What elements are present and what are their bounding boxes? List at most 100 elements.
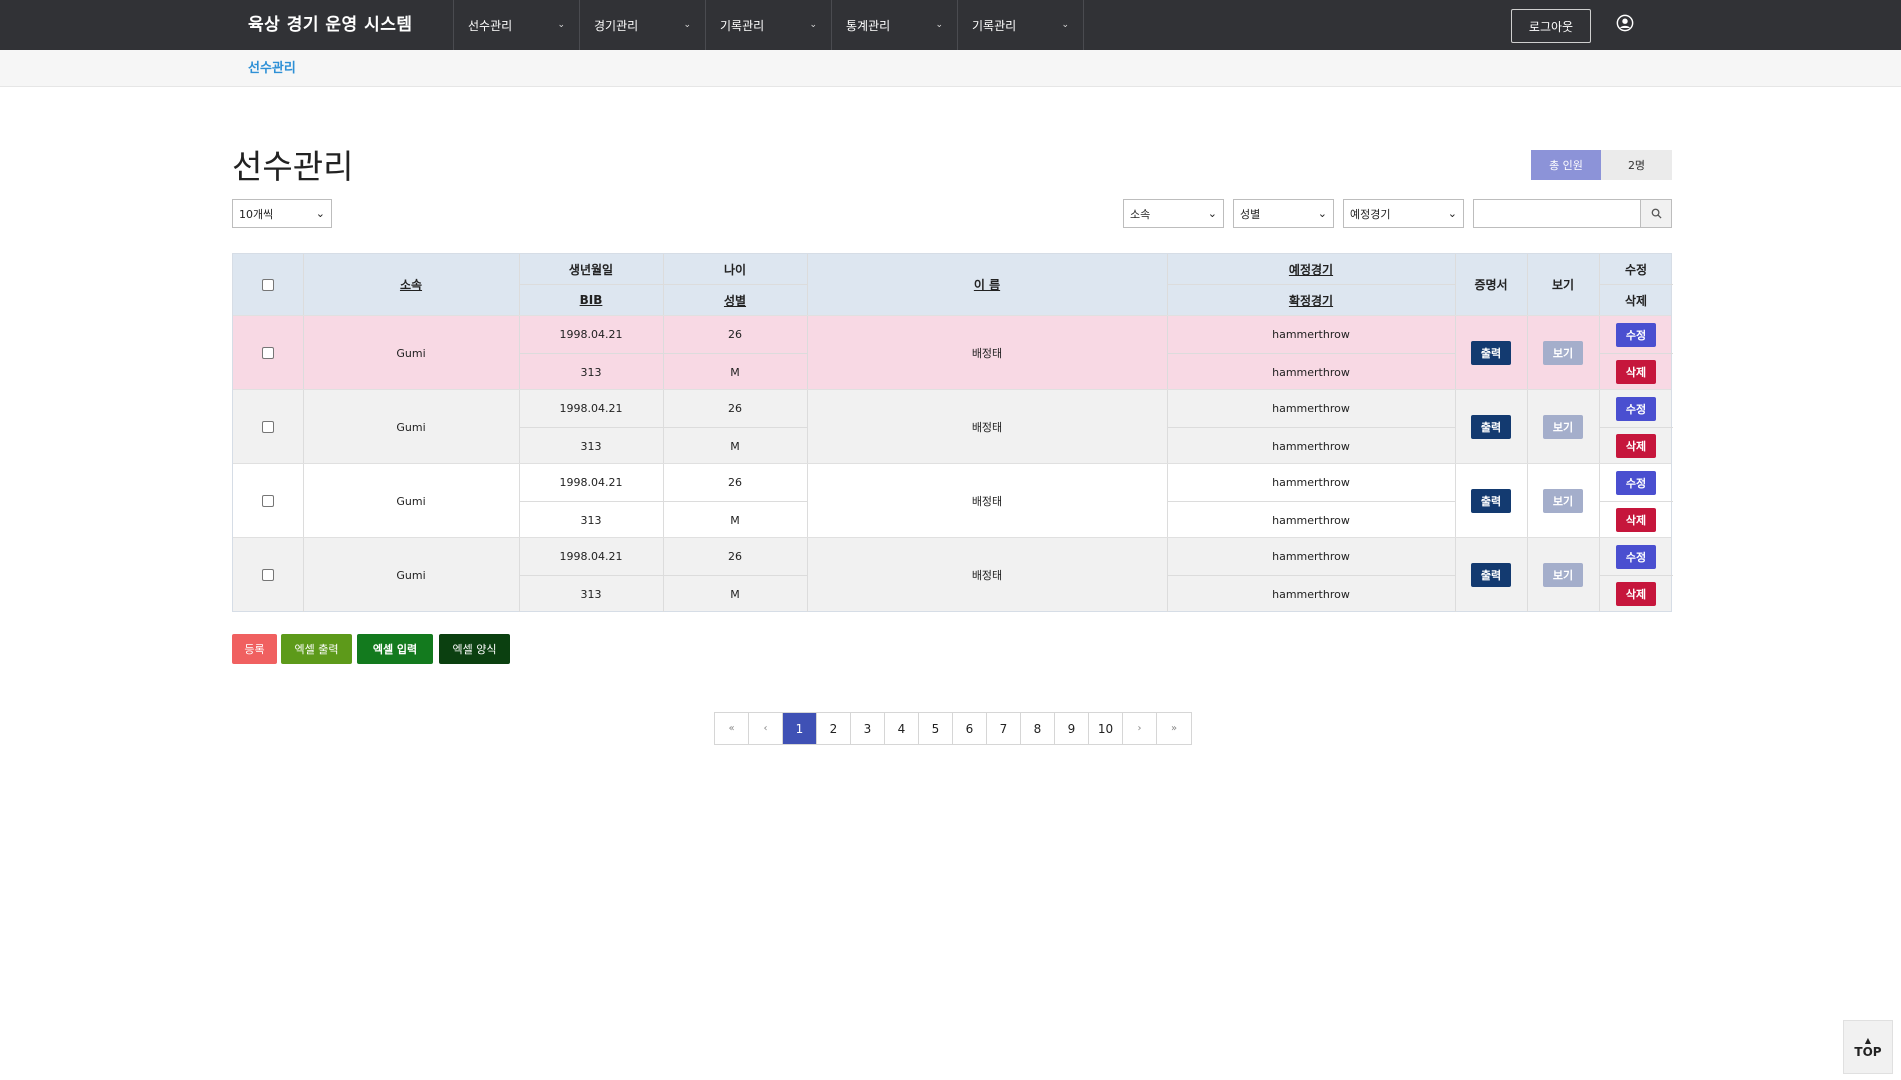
print-certificate-button[interactable]: 출력 [1471,489,1511,513]
print-certificate-button[interactable]: 출력 [1471,341,1511,365]
row-view-cell: 보기 [1527,538,1599,612]
page-button[interactable]: 3 [851,713,885,744]
breadcrumb-current[interactable]: 선수관리 [248,50,296,87]
scroll-top-button[interactable]: ▲ TOP [1843,1020,1893,1074]
gender-header[interactable]: 성별 [663,285,807,315]
table-header: 소속 생년월일 BIB 나이 성별 이 름 예정경기 확정경기 증명서 보기 수… [233,254,1673,315]
nav-competition-management[interactable]: 경기관리 ⌄ [580,0,706,50]
nav-statistics-management[interactable]: 통계관리 ⌄ [832,0,958,50]
register-button[interactable]: 등록 [232,634,277,664]
page-title: 선수관리 [232,147,354,186]
row-edit-cell: 수정 [1599,390,1673,427]
row-checkbox[interactable] [262,421,274,433]
user-account-icon[interactable] [1616,14,1634,32]
nav-player-management[interactable]: 선수관리 ⌄ [454,0,580,50]
row-name: 배정태 [971,569,1003,582]
chevron-down-icon: ⌄ [683,20,691,30]
search-button[interactable] [1641,199,1672,228]
row-scheduled-event: hammerthrow [1272,328,1350,341]
row-checkbox[interactable] [262,569,274,581]
excel-export-button[interactable]: 엑셀 출력 [281,634,352,664]
affiliation-header[interactable]: 소속 [303,254,519,315]
row-birthdate: 1998.04.21 [559,476,623,489]
print-certificate-button[interactable]: 출력 [1471,563,1511,587]
delete-button[interactable]: 삭제 [1616,508,1656,532]
page-button[interactable]: 9 [1055,713,1089,744]
edit-button[interactable]: 수정 [1616,470,1656,495]
edit-button[interactable]: 수정 [1616,322,1656,347]
next-page-button[interactable]: › [1123,713,1157,744]
table-row: Gumi 1998.04.21 313 26 M 배정태 hammerthrow… [233,315,1673,390]
row-affiliation: Gumi [396,420,426,434]
table-row: Gumi 1998.04.21 313 26 M 배정태 hammerthrow… [233,463,1673,538]
page-button[interactable]: 5 [919,713,953,744]
row-certificate-cell: 출력 [1455,390,1527,464]
gender-select[interactable]: 성별 ⌄ [1233,199,1334,228]
row-gender: M [730,587,740,601]
confirmed-event-header[interactable]: 확정경기 [1167,285,1455,315]
delete-button[interactable]: 삭제 [1616,582,1656,606]
row-gender: M [730,513,740,527]
app-title[interactable]: 육상 경기 운영 시스템 [248,0,413,50]
row-select-cell [233,538,303,612]
row-delete-cell: 삭제 [1599,354,1673,390]
chevron-down-icon: ⌄ [809,20,817,30]
search-icon [1651,208,1662,219]
search-input[interactable] [1473,199,1641,228]
nav-record-management-2[interactable]: 기록관리 ⌄ [958,0,1084,50]
page-button[interactable]: 7 [987,713,1021,744]
scheduled-event-value: 예정경기 [1350,207,1391,221]
scroll-top-label: TOP [1854,1044,1882,1059]
name-header[interactable]: 이 름 [807,254,1167,315]
total-count-value: 2명 [1601,150,1672,180]
page-button[interactable]: 1 [783,713,817,744]
view-button[interactable]: 보기 [1543,489,1583,513]
select-all-cell [233,254,303,315]
excel-import-button[interactable]: 엑셀 입력 [357,634,433,664]
delete-button[interactable]: 삭제 [1616,434,1656,458]
print-certificate-button[interactable]: 출력 [1471,415,1511,439]
scheduled-event-select[interactable]: 예정경기 ⌄ [1343,199,1464,228]
nav-record-management[interactable]: 기록관리 ⌄ [706,0,832,50]
excel-template-button[interactable]: 엑셀 양식 [439,634,510,664]
last-page-button[interactable]: » [1157,713,1191,744]
select-all-checkbox[interactable] [262,278,274,291]
page-button[interactable]: 4 [885,713,919,744]
affiliation-select[interactable]: 소속 ⌄ [1123,199,1224,228]
affiliation-value: 소속 [1130,207,1151,221]
nav-item-label: 통계관리 [846,18,891,33]
page-button[interactable]: 8 [1021,713,1055,744]
delete-button[interactable]: 삭제 [1616,360,1656,384]
first-page-button[interactable]: « [715,713,749,744]
edit-button[interactable]: 수정 [1616,396,1656,421]
page-button[interactable]: 10 [1089,713,1123,744]
row-view-cell: 보기 [1527,390,1599,464]
view-button[interactable]: 보기 [1543,415,1583,439]
row-certificate-cell: 출력 [1455,316,1527,390]
logout-button[interactable]: 로그아웃 [1511,9,1591,43]
row-checkbox[interactable] [262,347,274,359]
page-size-select[interactable]: 10개씩 ⌄ [232,199,332,228]
row-bib: 313 [580,587,602,601]
prev-page-button[interactable]: ‹ [749,713,783,744]
view-button[interactable]: 보기 [1543,563,1583,587]
edit-button[interactable]: 수정 [1616,544,1656,569]
view-button[interactable]: 보기 [1543,341,1583,365]
view-header: 보기 [1551,278,1575,292]
player-table: 소속 생년월일 BIB 나이 성별 이 름 예정경기 확정경기 증명서 보기 수… [232,253,1673,612]
table-row: Gumi 1998.04.21 313 26 M 배정태 hammerthrow… [233,389,1673,464]
total-count-label: 총 인원 [1531,150,1601,180]
row-bib: 313 [580,365,602,379]
row-gender: M [730,439,740,453]
row-affiliation: Gumi [396,568,426,582]
row-certificate-cell: 출력 [1455,538,1527,612]
row-checkbox[interactable] [262,495,274,507]
nav-item-label: 선수관리 [468,18,513,33]
bib-header[interactable]: BIB [519,285,663,315]
page-button[interactable]: 2 [817,713,851,744]
row-select-cell [233,316,303,390]
scheduled-event-header[interactable]: 예정경기 [1167,254,1455,284]
page-button[interactable]: 6 [953,713,987,744]
birthdate-header: 생년월일 [568,262,614,277]
row-scheduled-event: hammerthrow [1272,402,1350,415]
